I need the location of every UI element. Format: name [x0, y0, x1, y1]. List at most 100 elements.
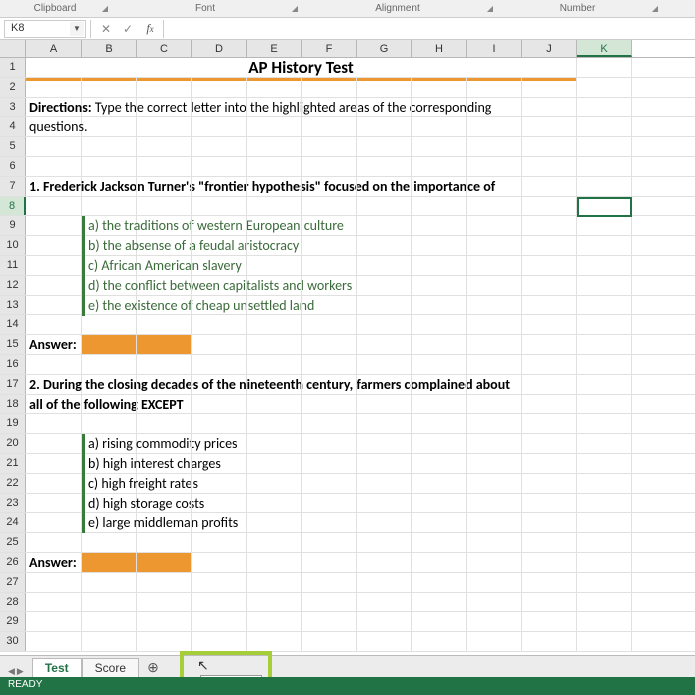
cell[interactable]	[302, 414, 357, 433]
cell[interactable]	[192, 216, 247, 235]
cell[interactable]	[412, 276, 467, 295]
row-header[interactable]: 21	[0, 454, 26, 473]
row-header[interactable]: 26	[0, 553, 26, 572]
grid-row[interactable]: 15 Answer:	[0, 335, 695, 355]
cell[interactable]: d) the conflict between capitalists and …	[82, 276, 137, 295]
grid-row[interactable]: 29	[0, 612, 695, 632]
cell[interactable]	[82, 315, 137, 334]
cell[interactable]	[577, 58, 632, 77]
cell[interactable]	[357, 434, 412, 453]
cell[interactable]	[302, 256, 357, 275]
grid-row[interactable]: 13 e) the existence of cheap unsettled l…	[0, 296, 695, 316]
cell[interactable]	[577, 216, 632, 235]
cell[interactable]	[577, 513, 632, 532]
cell[interactable]	[412, 296, 467, 315]
cell[interactable]	[412, 474, 467, 493]
cell[interactable]	[467, 494, 522, 513]
cell[interactable]	[247, 276, 302, 295]
row-header[interactable]: 18	[0, 395, 26, 414]
cell[interactable]	[412, 593, 467, 612]
cell[interactable]	[522, 315, 577, 334]
cell[interactable]	[357, 256, 412, 275]
cell[interactable]	[357, 375, 412, 394]
grid-row[interactable]: 7 1. Frederick Jackson Turner's "frontie…	[0, 177, 695, 197]
grid-row[interactable]: 9 a) the traditions of western European …	[0, 216, 695, 236]
cell[interactable]	[247, 256, 302, 275]
cell[interactable]	[137, 117, 192, 136]
cell[interactable]	[357, 474, 412, 493]
cell[interactable]	[82, 375, 137, 394]
cell[interactable]	[467, 78, 522, 97]
cell[interactable]	[247, 474, 302, 493]
cell[interactable]	[26, 256, 82, 275]
cell[interactable]: 2. During the closing decades of the nin…	[26, 375, 82, 394]
row-header[interactable]: 24	[0, 513, 26, 532]
nav-prev-icon[interactable]: ◀	[8, 666, 15, 677]
answer-input-cell[interactable]	[137, 553, 192, 572]
cell[interactable]	[247, 494, 302, 513]
cell[interactable]	[577, 434, 632, 453]
cell[interactable]	[137, 612, 192, 631]
cell[interactable]	[357, 78, 412, 97]
cell[interactable]	[302, 375, 357, 394]
cell[interactable]	[357, 494, 412, 513]
cell[interactable]	[357, 612, 412, 631]
cell[interactable]	[137, 98, 192, 117]
cell[interactable]	[357, 296, 412, 315]
cell[interactable]	[412, 414, 467, 433]
cell[interactable]	[357, 513, 412, 532]
cell[interactable]	[412, 315, 467, 334]
grid-row[interactable]: 14	[0, 315, 695, 335]
cell[interactable]	[302, 157, 357, 176]
cell[interactable]	[522, 434, 577, 453]
cell[interactable]	[467, 632, 522, 651]
cell[interactable]	[467, 236, 522, 255]
cell[interactable]	[357, 632, 412, 651]
row-header[interactable]: 14	[0, 315, 26, 334]
cell[interactable]	[137, 573, 192, 592]
cell[interactable]	[577, 315, 632, 334]
cell[interactable]	[467, 117, 522, 136]
col-header[interactable]: J	[522, 40, 577, 57]
enter-icon[interactable]: ✓	[117, 22, 139, 36]
cell[interactable]	[412, 632, 467, 651]
cell[interactable]	[577, 533, 632, 552]
cell[interactable]	[467, 553, 522, 572]
cell[interactable]	[412, 573, 467, 592]
cell[interactable]	[26, 315, 82, 334]
cell[interactable]	[137, 177, 192, 196]
cell[interactable]	[192, 335, 247, 354]
cell[interactable]	[577, 553, 632, 572]
cell[interactable]	[357, 573, 412, 592]
cell[interactable]	[192, 256, 247, 275]
grid-row[interactable]: 18 all of the following EXCEPT	[0, 395, 695, 415]
grid-row[interactable]: 26 Answer:	[0, 553, 695, 573]
cell[interactable]	[192, 632, 247, 651]
cell[interactable]	[82, 98, 137, 117]
fx-icon[interactable]: fx	[139, 21, 161, 36]
cell[interactable]	[247, 632, 302, 651]
dropdown-icon[interactable]: ▼	[70, 22, 84, 36]
cell[interactable]: c) high freight rates	[82, 474, 137, 493]
cell[interactable]	[192, 315, 247, 334]
cell[interactable]: e) large middleman profits	[82, 513, 137, 532]
cell[interactable]	[577, 296, 632, 315]
cell[interactable]	[82, 593, 137, 612]
cell[interactable]	[26, 632, 82, 651]
cell[interactable]	[192, 434, 247, 453]
cell[interactable]: all of the following EXCEPT	[26, 395, 82, 414]
row-header[interactable]: 10	[0, 236, 26, 255]
row-header[interactable]: 27	[0, 573, 26, 592]
grid-row[interactable]: 4 questions.	[0, 117, 695, 137]
cell[interactable]	[302, 236, 357, 255]
cell[interactable]	[192, 375, 247, 394]
cell[interactable]	[302, 197, 357, 216]
cell[interactable]	[467, 434, 522, 453]
grid-row[interactable]: 25	[0, 533, 695, 553]
col-header[interactable]: I	[467, 40, 522, 57]
cell[interactable]	[192, 454, 247, 473]
cell[interactable]	[467, 276, 522, 295]
cell[interactable]	[302, 276, 357, 295]
cell[interactable]	[247, 335, 302, 354]
cell[interactable]	[357, 414, 412, 433]
